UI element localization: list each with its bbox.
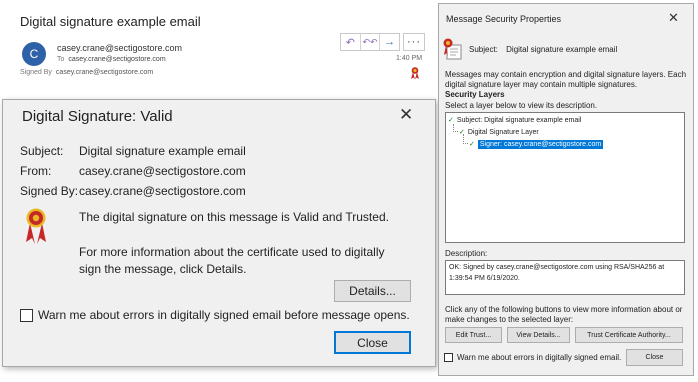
select-layer-prompt: Select a layer below to view its descrip… bbox=[445, 101, 598, 110]
details-button[interactable]: Details... bbox=[334, 280, 411, 302]
reply-icon: ↶ bbox=[345, 36, 355, 49]
check-icon: ✓ bbox=[459, 129, 465, 136]
msp-title: Message Security Properties bbox=[446, 14, 562, 24]
msp-close-label: Close bbox=[645, 354, 664, 361]
dialog-title: Digital Signature: Valid bbox=[22, 108, 173, 125]
view-details-button[interactable]: View Details... bbox=[507, 327, 570, 343]
email-subject: Digital signature example email bbox=[20, 14, 201, 29]
tree-node-label: Subject: Digital signature example email bbox=[456, 117, 582, 124]
from-label: From: bbox=[20, 164, 52, 178]
trust-ca-label: Trust Certificate Authority... bbox=[587, 331, 671, 339]
description-label: Description: bbox=[445, 249, 488, 258]
to-label: To bbox=[57, 56, 65, 63]
subject-label: Subject: bbox=[20, 144, 64, 158]
msp-intro-line-1: Messages may contain encryption and digi… bbox=[445, 70, 687, 79]
tree-node-signer[interactable]: ✓ Signer: casey.crane@sectigostore.com bbox=[469, 140, 604, 149]
description-line-1: OK: Signed by casey.crane@sectigostore.c… bbox=[449, 264, 665, 271]
tree-connector bbox=[453, 124, 458, 132]
msp-intro-line-2: digital signature layer may contain mult… bbox=[445, 80, 638, 89]
view-details-label: View Details... bbox=[516, 331, 561, 339]
message-action-group: ↶ ↶↶ → bbox=[340, 33, 400, 51]
to-line: To casey.crane@sectigostore.com bbox=[57, 56, 166, 63]
to-address[interactable]: casey.crane@sectigostore.com bbox=[68, 56, 165, 63]
security-layers-heading: Security Layers bbox=[445, 90, 505, 99]
check-icon: ✓ bbox=[469, 141, 475, 148]
signed-by-value: casey.crane@sectigostore.com bbox=[79, 184, 246, 198]
digital-signature-dialog bbox=[2, 99, 436, 367]
signed-by-label: Signed By bbox=[20, 69, 52, 76]
email-time: 1:40 PM bbox=[396, 55, 423, 62]
forward-button[interactable]: → bbox=[380, 34, 399, 50]
reply-all-button[interactable]: ↶↶ bbox=[361, 34, 381, 50]
edit-trust-label: Edit Trust... bbox=[455, 331, 492, 339]
ellipsis-icon: ··· bbox=[407, 36, 421, 48]
trust-ca-button[interactable]: Trust Certificate Authority... bbox=[575, 327, 683, 343]
tree-node-label: Signer: casey.crane@sectigostore.com bbox=[477, 140, 604, 149]
warn-checkbox-label[interactable]: Warn me about errors in digitally signed… bbox=[38, 308, 410, 322]
help-line-1: Click any of the following buttons to vi… bbox=[445, 305, 683, 314]
edit-trust-button[interactable]: Edit Trust... bbox=[445, 327, 502, 343]
tree-node-subject[interactable]: ✓ Subject: Digital signature example emai… bbox=[448, 116, 581, 124]
email-reading-pane: Digital signature example email C casey.… bbox=[0, 0, 440, 98]
reply-all-icon: ↶↶ bbox=[362, 36, 378, 47]
from-value: casey.crane@sectigostore.com bbox=[79, 164, 246, 178]
signature-status-message: The digital signature on this message is… bbox=[79, 210, 389, 224]
close-button-label: Close bbox=[357, 335, 388, 350]
details-button-label: Details... bbox=[349, 284, 396, 298]
help-line-2: make changes to the selected layer: bbox=[445, 315, 574, 324]
warn-checkbox[interactable] bbox=[20, 309, 33, 322]
close-button[interactable]: Close bbox=[334, 331, 411, 354]
reply-button[interactable]: ↶ bbox=[341, 34, 361, 50]
check-icon: ✓ bbox=[448, 117, 454, 124]
signed-by-value: casey.crane@sectigostore.com bbox=[55, 69, 154, 76]
close-icon[interactable]: ✕ bbox=[668, 11, 679, 24]
msp-subject-label: Subject: bbox=[469, 45, 498, 54]
signed-by-line: Signed By casey.crane@sectigostore.com bbox=[20, 69, 153, 76]
msp-close-button[interactable]: Close bbox=[626, 349, 683, 366]
close-icon[interactable]: ✕ bbox=[399, 106, 413, 123]
more-actions-button[interactable]: ··· bbox=[403, 33, 425, 51]
subject-value: Digital signature example email bbox=[79, 144, 246, 158]
signature-ribbon-icon[interactable] bbox=[410, 66, 420, 80]
msp-subject-line: Subject: Digital signature example email bbox=[469, 45, 617, 54]
msp-warn-checkbox-label[interactable]: Warn me about errors in digitally signed… bbox=[457, 353, 621, 362]
info-line-2: sign the message, click Details. bbox=[79, 262, 247, 276]
msp-subject-value: Digital signature example email bbox=[506, 45, 618, 54]
signature-ribbon-icon bbox=[26, 208, 46, 244]
avatar[interactable]: C bbox=[22, 42, 46, 66]
info-line-1: For more information about the certifica… bbox=[79, 245, 385, 259]
description-line-2: 1:39:54 PM 6/19/2020. bbox=[449, 275, 520, 282]
sender-address[interactable]: casey.crane@sectigostore.com bbox=[57, 43, 182, 53]
forward-icon: → bbox=[384, 36, 396, 48]
tree-node-signature-layer[interactable]: ✓ Digital Signature Layer bbox=[459, 128, 539, 136]
msp-warn-checkbox[interactable] bbox=[444, 353, 453, 362]
tree-node-label: Digital Signature Layer bbox=[467, 129, 539, 136]
certificate-icon bbox=[443, 38, 462, 60]
signed-by-label: Signed By: bbox=[20, 184, 79, 198]
